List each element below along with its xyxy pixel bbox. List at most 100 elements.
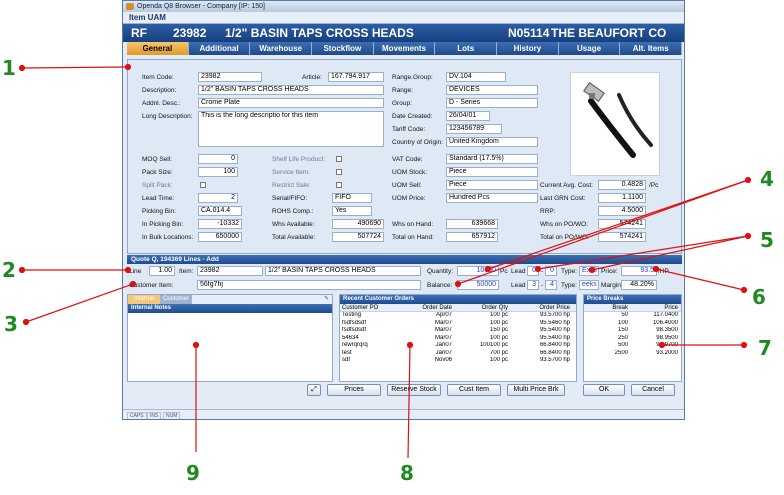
quote-item-desc-field[interactable]: 1/2" BASIN TAPS CROSS HEADS	[265, 266, 421, 276]
prices-button[interactable]: Prices	[327, 384, 381, 396]
rrp-field[interactable]: 4.5000	[598, 206, 646, 216]
price-break-row[interactable]: 100 106.4000	[584, 320, 681, 328]
tab-alt-items[interactable]: Alt. Items	[620, 42, 683, 55]
order-row[interactable]: sdf Nov06 100 pc 93.5700 hp	[340, 357, 576, 365]
moq-sell-field[interactable]: 0	[198, 154, 238, 164]
group-field[interactable]: D - Series	[446, 98, 538, 108]
price-break-cell: 98.9500	[656, 334, 678, 341]
serial-fifo-field[interactable]: FIFO	[332, 193, 372, 203]
tab-general[interactable]: General	[127, 42, 189, 55]
shelf-life-checkbox[interactable]	[336, 156, 342, 162]
tariff-code-field[interactable]: 123456789	[446, 124, 502, 134]
col-break[interactable]: Break	[584, 304, 630, 311]
picking-bin-field[interactable]: CA.014.4	[198, 206, 242, 216]
margin-field[interactable]: 48.20%	[621, 280, 657, 290]
cust-item-button[interactable]: Cust Item	[447, 384, 501, 396]
tab-customer-notes[interactable]: Customer	[160, 295, 192, 304]
lead2-from-field[interactable]: 3	[527, 280, 539, 290]
lead-from-field[interactable]: 0	[527, 266, 539, 276]
customer-item-field[interactable]: 56fg7hj	[197, 280, 421, 290]
total-available-field[interactable]: 507724	[332, 232, 384, 242]
order-row[interactable]: rewrqrqrq Jan07 100100 pc 66.8400 hp	[340, 342, 576, 350]
internal-notes-textarea[interactable]	[128, 313, 332, 379]
order-row[interactable]: fsdfsdsdf Mar07 100 pc 95.5460 hp	[340, 320, 576, 328]
uom-stock-field[interactable]: Piece	[446, 167, 538, 177]
last-grn-cost-field[interactable]: 1.1100	[598, 193, 646, 203]
addnl-desc-field[interactable]: Crome Plate	[198, 98, 384, 108]
lead2-to-field[interactable]: 4	[545, 280, 557, 290]
balance-field[interactable]: 50000	[457, 280, 499, 290]
rohs-field[interactable]: Yes	[332, 206, 372, 216]
line-field[interactable]: 1.00	[149, 266, 175, 276]
breaks-table-body: 50 117.0400 100 106.4000 150 98.3500 250 98.950…	[584, 312, 681, 357]
tab-warehouse[interactable]: Warehouse	[250, 42, 313, 55]
price-break-row[interactable]: 500 97.9700	[584, 342, 681, 350]
tab-internal-notes[interactable]: Internal	[128, 295, 160, 304]
tab-history[interactable]: History	[497, 42, 559, 55]
whs-available-field[interactable]: 490690	[332, 219, 384, 229]
col-break-price[interactable]: Price	[630, 304, 680, 311]
in-picking-bin-field[interactable]: -10332	[198, 219, 242, 229]
arrow-2-dot	[18, 266, 26, 274]
item-code-field[interactable]: 23982	[198, 72, 262, 82]
tab-additional[interactable]: Additional	[188, 42, 251, 55]
tab-usage[interactable]: Usage	[558, 42, 621, 55]
col-order-date[interactable]: Order Date	[406, 304, 454, 311]
in-bulk-field[interactable]: 650000	[198, 232, 242, 242]
type1-select[interactable]: Ex S	[579, 266, 599, 276]
price-field[interactable]: 93.5	[621, 266, 657, 276]
uom-price-field[interactable]: Hundred Pcs	[446, 193, 538, 203]
quote-item-field[interactable]: 23982	[197, 266, 263, 276]
col-order-price[interactable]: Order Price	[510, 304, 572, 311]
tab-stockflow[interactable]: Stockflow	[312, 42, 374, 55]
cancel-button[interactable]: Cancel	[631, 384, 675, 396]
whs-on-po-field[interactable]: 574241	[598, 219, 646, 229]
tab-movements[interactable]: Movements	[373, 42, 436, 55]
edit-pencil-icon[interactable]: ✎	[192, 295, 332, 304]
range-group-field[interactable]: DV.104	[446, 72, 506, 82]
whs-on-hand-field[interactable]: 639668	[446, 219, 498, 229]
tab-lots[interactable]: Lots	[435, 42, 498, 55]
date-created-field[interactable]: 26/04/01	[446, 111, 490, 121]
order-row[interactable]: fsdfsdsdf Mar07 150 pc 95.5400 hp	[340, 327, 576, 335]
type2-select[interactable]: eeks	[579, 280, 599, 290]
vat-code-field[interactable]: Standard (17.5%)	[446, 154, 538, 164]
total-on-po-field[interactable]: 574241	[598, 232, 646, 242]
price-break-row[interactable]: 50 117.0400	[584, 312, 681, 320]
order-row[interactable]: 54634 Mar07 100 pc 95.5400 hp	[340, 335, 576, 343]
description-field[interactable]: 1/2" BASIN TAPS CROSS HEADS	[198, 85, 384, 95]
multi-price-brk-button[interactable]: Multi Price Brk	[507, 384, 565, 396]
app-icon	[126, 3, 134, 10]
pack-size-field[interactable]: 100	[198, 167, 238, 177]
recent-orders-panel: Recent Customer Orders Customer PO Order…	[339, 294, 577, 382]
quantity-field[interactable]: 10000	[457, 266, 499, 276]
country-field[interactable]: United Kingdom	[446, 137, 538, 147]
in-bulk-label: In Bulk Locations:	[142, 234, 194, 241]
price-break-row[interactable]: 2500 93.2000	[584, 350, 681, 358]
window-titlebar[interactable]: Openda Q8 Browser - Company [IP: 150]	[123, 1, 684, 12]
lead-time-field[interactable]: 2	[198, 193, 238, 203]
zoom-icon-button[interactable]: ⤢	[307, 384, 321, 396]
cost-unit: /Pc	[649, 182, 659, 189]
range-field[interactable]: DEVICES	[446, 85, 538, 95]
restrict-sale-checkbox[interactable]	[336, 182, 342, 188]
long-desc-field[interactable]: This is the long descriptio for this ite…	[198, 111, 384, 147]
order-row[interactable]: Testing Apr07 100 pc 93.5700 hp	[340, 312, 576, 320]
price-break-row[interactable]: 250 98.9500	[584, 335, 681, 343]
uom-sell-field[interactable]: Piece	[446, 180, 538, 190]
order-cell: 93.5700 hp	[539, 312, 570, 318]
article-field[interactable]: 167.794.917	[328, 72, 384, 82]
price-break-row[interactable]: 150 98.3500	[584, 327, 681, 335]
general-panel: Item Code: 23982 Article: 167.794.917 De…	[127, 59, 682, 254]
ok-button[interactable]: OK	[583, 384, 625, 396]
service-item-checkbox[interactable]	[336, 169, 342, 175]
col-customer-po[interactable]: Customer PO	[340, 304, 406, 311]
current-avg-cost-field[interactable]: 0.4828	[598, 180, 646, 190]
range-group-label: Range.Group:	[392, 74, 433, 81]
split-pack-checkbox[interactable]	[200, 182, 206, 188]
order-row[interactable]: test Jan07 700 pc 66.8400 hp	[340, 350, 576, 358]
col-order-qty[interactable]: Order Qty	[454, 304, 510, 311]
reserve-stock-button[interactable]: Reserve Stock	[387, 384, 441, 396]
total-on-hand-field[interactable]: 657912	[446, 232, 498, 242]
lead-to-field[interactable]: 0	[545, 266, 557, 276]
